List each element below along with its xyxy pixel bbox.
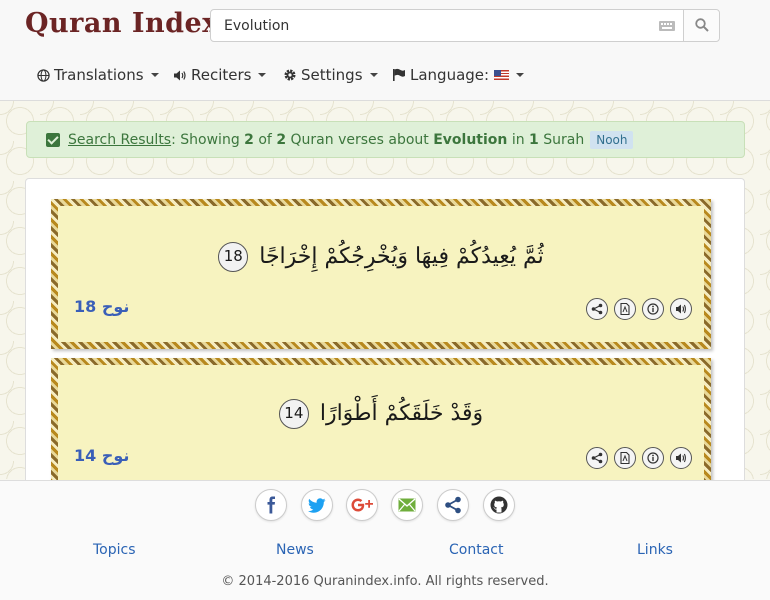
share-icon <box>591 452 603 464</box>
github-icon <box>490 496 508 514</box>
nav-reciters[interactable]: Reciters <box>173 64 267 86</box>
chevron-down-icon <box>258 73 267 77</box>
nav-language[interactable]: Language: <box>392 64 525 86</box>
footer-link-topics[interactable]: Topics <box>93 542 136 558</box>
globe-icon <box>37 68 50 82</box>
share-icon <box>445 496 461 514</box>
alert-text: in <box>507 131 530 148</box>
audio-button[interactable] <box>670 447 692 469</box>
shown-count: 2 <box>244 131 254 148</box>
verse-card: وَقَدْ خَلَقَكُمْ أَطْوَارًا 14 نوح 14 <box>51 358 711 480</box>
verse-arabic: وَقَدْ خَلَقَكُمْ أَطْوَارًا <box>319 401 484 426</box>
search-term: Evolution <box>433 131 508 148</box>
info-button[interactable] <box>642 298 664 320</box>
share-button[interactable] <box>437 489 469 521</box>
verse-arabic: ثُمَّ يُعِيدُكُمْ فِيهَا وَيُخْرِجُكُمْ … <box>259 244 544 269</box>
verse-tools <box>586 298 692 320</box>
verse-reference[interactable]: نوح 14 <box>74 446 129 465</box>
twitter-icon <box>308 497 326 513</box>
footer-link-contact[interactable]: Contact <box>449 542 503 558</box>
email-icon <box>398 498 416 512</box>
google-plus-button[interactable] <box>346 489 378 521</box>
audio-button[interactable] <box>670 298 692 320</box>
chevron-down-icon <box>150 73 159 77</box>
twitter-button[interactable] <box>301 489 333 521</box>
logo-text: Quran Index <box>25 8 219 39</box>
flag-icon <box>393 68 405 81</box>
speaker-icon <box>174 70 186 80</box>
footer-link-links[interactable]: Links <box>637 542 673 558</box>
search-box <box>210 9 720 42</box>
alert-text: Surah <box>538 131 585 148</box>
verse-reference[interactable]: نوح 18 <box>74 297 129 316</box>
total-count: 2 <box>276 131 287 148</box>
facebook-button[interactable] <box>255 489 287 521</box>
nav-settings-label: Settings <box>301 66 363 84</box>
search-icon <box>695 18 709 32</box>
keyboard-icon[interactable] <box>658 18 676 34</box>
nav-reciters-label: Reciters <box>191 66 252 84</box>
nav-settings[interactable]: Settings <box>283 64 378 86</box>
site-logo[interactable]: Quran Index <box>25 8 219 39</box>
search-input[interactable] <box>212 11 652 40</box>
nav-language-label: Language: <box>410 66 490 84</box>
alert-text: Quran verses about <box>286 131 434 148</box>
share-icon <box>591 303 603 315</box>
chevron-down-icon <box>516 73 525 77</box>
ayah-number: 18 <box>218 242 249 272</box>
verse-text: وَقَدْ خَلَقَكُمْ أَطْوَارًا 14 <box>58 399 704 429</box>
nav-translations[interactable]: Translations <box>37 64 159 86</box>
nav-translations-label: Translations <box>54 66 144 84</box>
verse-text: ثُمَّ يُعِيدُكُمْ فِيهَا وَيُخْرِجُكُمْ … <box>58 242 704 272</box>
chevron-down-icon <box>369 73 378 77</box>
share-button[interactable] <box>586 298 608 320</box>
search-results-alert: Search Results : Showing 2 of 2 Quran ve… <box>26 121 745 158</box>
pdf-icon <box>620 452 630 464</box>
pdf-icon <box>620 303 630 315</box>
github-button[interactable] <box>483 489 515 521</box>
search-results-link[interactable]: Search Results <box>68 132 171 148</box>
ayah-number: 14 <box>278 399 309 429</box>
audio-icon <box>676 453 686 463</box>
gear-icon <box>284 69 296 81</box>
checkbox-icon <box>46 132 60 147</box>
audio-icon <box>676 304 686 314</box>
surah-badge[interactable]: Nooh <box>590 130 634 149</box>
alert-text: : Showing <box>171 131 245 148</box>
verse-tools <box>586 447 692 469</box>
info-icon <box>647 303 659 315</box>
google-plus-icon <box>351 498 373 512</box>
pdf-button[interactable] <box>614 298 636 320</box>
share-button[interactable] <box>586 447 608 469</box>
us-flag-icon <box>494 70 510 80</box>
info-icon <box>647 452 659 464</box>
surah-count: 1 <box>529 131 539 148</box>
site-header: Quran Index Translations <box>0 0 770 101</box>
site-footer: Topics News Contact Links © 2014-2016 Qu… <box>0 480 770 600</box>
main-nav: Translations Reciters Settings Language: <box>0 64 770 86</box>
search-button[interactable] <box>683 10 719 41</box>
pdf-button[interactable] <box>614 447 636 469</box>
footer-link-news[interactable]: News <box>276 542 314 558</box>
email-button[interactable] <box>391 489 423 521</box>
alert-text: of <box>253 131 277 148</box>
verse-card: ثُمَّ يُعِيدُكُمْ فِيهَا وَيُخْرِجُكُمْ … <box>51 199 711 349</box>
results-panel: ثُمَّ يُعِيدُكُمْ فِيهَا وَيُخْرِجُكُمْ … <box>25 178 745 480</box>
info-button[interactable] <box>642 447 664 469</box>
copyright-text: © 2014-2016 Quranindex.info. All rights … <box>221 574 549 589</box>
facebook-icon <box>267 496 275 514</box>
